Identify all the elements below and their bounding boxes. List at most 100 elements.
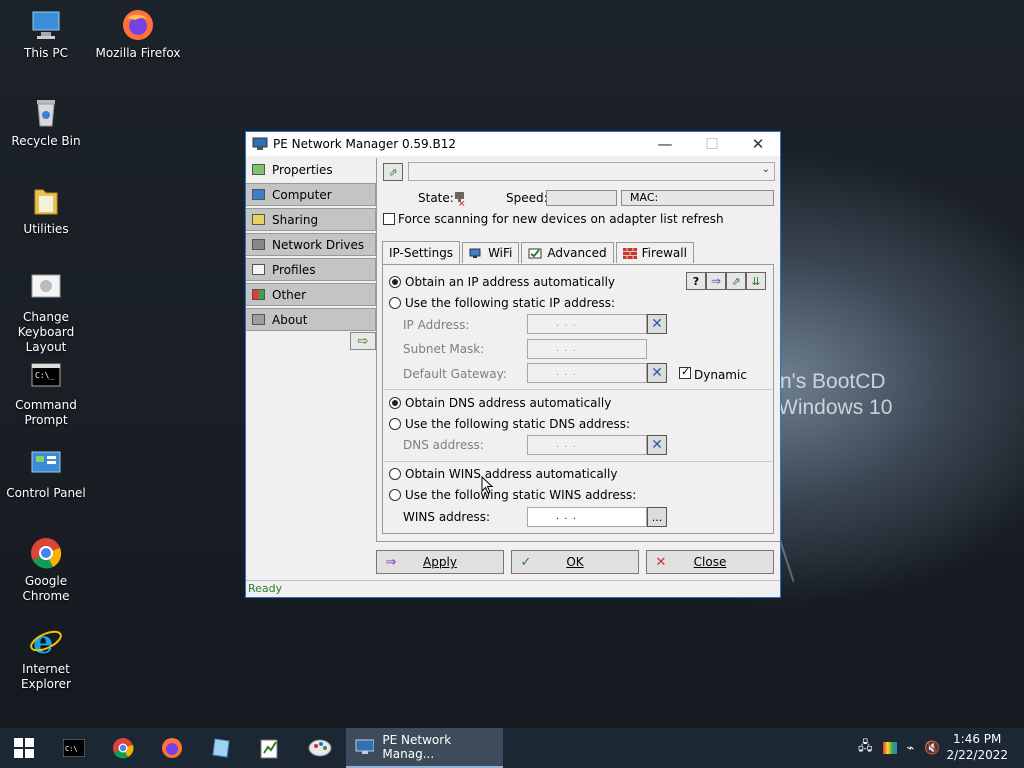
expand-button[interactable]: ⇊: [746, 272, 766, 290]
clear-ip-button[interactable]: ✕: [647, 314, 667, 334]
sidebar-item-sharing[interactable]: Sharing: [246, 208, 376, 231]
desktop-icon-recycle-bin[interactable]: Recycle Bin: [0, 96, 92, 149]
volume-muted-icon[interactable]: 🔇: [924, 741, 940, 756]
firewall-icon: [622, 247, 637, 259]
static-ip-radio[interactable]: [389, 297, 401, 309]
static-dns-label: Use the following static DNS address:: [405, 417, 631, 431]
help-button[interactable]: ?: [686, 272, 706, 290]
ok-button-label: OK: [566, 555, 584, 569]
taskbar-cmd[interactable]: C:\: [50, 728, 98, 768]
static-wins-label: Use the following static WINS address:: [405, 488, 637, 502]
wifi-icon: [469, 248, 481, 258]
double-chevron-down-icon: ⇊: [751, 274, 761, 288]
sidebar-item-label: Network Drives: [272, 237, 365, 252]
tab-firewall[interactable]: Firewall: [615, 242, 694, 263]
network-manager-icon: [252, 137, 268, 150]
ip-address-label: IP Address:: [403, 318, 470, 332]
control-panel-icon: [29, 448, 63, 482]
gateway-input[interactable]: . . .: [527, 363, 647, 383]
desktop-icon-utilities[interactable]: Utilities: [0, 184, 92, 237]
sidebar-item-computer[interactable]: Computer: [246, 183, 376, 206]
sidebar-item-network-drives[interactable]: Network Drives: [246, 233, 376, 256]
desktop-icon-command-prompt[interactable]: C:\_ Command Prompt: [0, 360, 92, 428]
wins-browse-button[interactable]: ...: [647, 507, 667, 527]
tab-advanced[interactable]: Advanced: [521, 242, 614, 263]
display-tray-icon[interactable]: [882, 742, 897, 754]
taskbar-pe-network-manager[interactable]: PE Network Manag...: [346, 728, 503, 768]
export-icon: ⇗: [731, 274, 741, 288]
dns-address-input[interactable]: . . .: [527, 435, 647, 455]
pe-network-manager-window: PE Network Manager 0.59.B12 — ☐ ✕ Proper…: [245, 131, 781, 598]
maximize-button[interactable]: ☐: [689, 132, 735, 156]
desktop-icon-label: Mozilla Firefox: [95, 46, 181, 60]
desktop-icon-control-panel[interactable]: Control Panel: [0, 448, 92, 501]
collapse-sidebar-button[interactable]: ⇨: [350, 332, 376, 350]
refresh-adapters-button[interactable]: ⇗: [383, 163, 403, 181]
taskbar-chrome[interactable]: [99, 728, 147, 768]
wallpaper-text-line1: n's BootCD: [780, 370, 886, 393]
taskbar-firefox[interactable]: [148, 728, 196, 768]
close-button-label: Close: [693, 555, 727, 569]
ok-button[interactable]: ✓ OK: [511, 550, 639, 574]
start-button[interactable]: [0, 728, 48, 768]
static-ip-label: Use the following static IP address:: [405, 296, 616, 310]
network-tray-icon[interactable]: 🖧: [858, 737, 873, 759]
svg-text:e: e: [33, 624, 53, 658]
sidebar-item-other[interactable]: Other: [246, 283, 376, 306]
taskbar-active-label: PE Network Manag...: [382, 733, 452, 761]
sidebar-item-about[interactable]: About: [246, 308, 376, 331]
dynamic-checkbox[interactable]: ✓: [679, 365, 691, 379]
subnet-mask-label: Subnet Mask:: [403, 342, 485, 356]
desktop-icon-label: This PC: [24, 46, 68, 60]
clear-dns-button[interactable]: ✕: [647, 435, 667, 455]
tab-label: WiFi: [488, 246, 513, 260]
status-text: Ready: [248, 582, 283, 595]
sidebar-item-profiles[interactable]: Profiles: [246, 258, 376, 281]
usb-tray-icon[interactable]: ⌁: [907, 741, 915, 756]
minimize-button[interactable]: —: [642, 132, 688, 156]
close-button[interactable]: ✕ Close: [646, 550, 774, 574]
apply-settings-button[interactable]: ⇒: [706, 272, 726, 290]
tab-ip-settings[interactable]: IP-Settings: [382, 241, 461, 264]
chrome-icon: [113, 738, 134, 759]
refresh-icon: ⇗: [388, 165, 398, 179]
auto-ip-radio[interactable]: [389, 276, 401, 288]
ip-address-input[interactable]: . . .: [527, 314, 647, 334]
about-icon: [252, 314, 265, 325]
export-button[interactable]: ⇗: [726, 272, 746, 290]
auto-dns-radio[interactable]: [389, 397, 401, 409]
clock-time: 1:46 PM: [953, 732, 1002, 746]
desktop-icon-firefox[interactable]: Mozilla Firefox: [92, 8, 184, 61]
clear-icon: ✕: [651, 316, 663, 332]
apply-button[interactable]: ⇒ Apply: [376, 550, 504, 574]
apply-button-label: Apply: [423, 555, 457, 569]
sidebar: Properties Computer Sharing Network Driv…: [246, 158, 376, 333]
sidebar-item-properties[interactable]: Properties: [246, 158, 376, 181]
close-window-button[interactable]: ✕: [735, 132, 781, 156]
network-manager-icon: [355, 739, 375, 754]
force-scan-checkbox[interactable]: [383, 213, 395, 225]
adapter-select[interactable]: ⌄: [408, 162, 775, 181]
static-wins-radio[interactable]: [389, 489, 401, 501]
taskbar-notepad[interactable]: [197, 728, 245, 768]
subnet-mask-input[interactable]: . . .: [527, 339, 647, 359]
tab-wifi[interactable]: WiFi: [462, 242, 520, 263]
speed-label: Speed:: [506, 191, 548, 205]
svg-text:C:\_: C:\_: [35, 371, 54, 380]
desktop-icon-internet-explorer[interactable]: e Internet Explorer: [0, 623, 92, 692]
desktop-icon-change-keyboard[interactable]: Change Keyboard Layout: [0, 272, 92, 355]
desktop-icon-this-pc[interactable]: This PC: [0, 8, 92, 61]
taskbar-clock[interactable]: 1:46 PM 2/22/2022: [946, 731, 1008, 763]
static-dns-radio[interactable]: [389, 418, 401, 430]
title-bar[interactable]: PE Network Manager 0.59.B12 — ☐ ✕: [246, 132, 780, 156]
properties-icon: [252, 164, 265, 175]
question-icon: ?: [692, 274, 700, 288]
windows-icon: [14, 738, 34, 758]
desktop-icon-chrome[interactable]: Google Chrome: [0, 536, 92, 604]
wins-address-input[interactable]: . . .: [527, 507, 647, 527]
auto-wins-radio[interactable]: [389, 468, 401, 480]
desktop-icon-label: Command Prompt: [15, 398, 77, 427]
taskbar-editor[interactable]: [246, 728, 294, 768]
taskbar-paint[interactable]: [296, 728, 344, 768]
clear-gateway-button[interactable]: ✕: [647, 363, 667, 383]
